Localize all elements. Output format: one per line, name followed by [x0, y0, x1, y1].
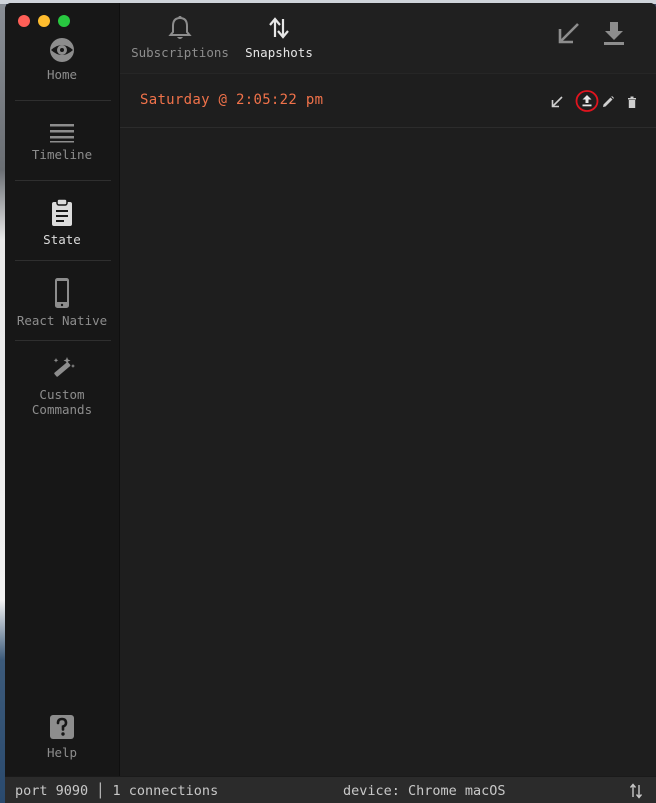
tab-label: Subscriptions: [131, 45, 229, 60]
sidebar-divider: [15, 260, 111, 261]
window-close-button[interactable]: [18, 15, 30, 27]
magic-wand-icon: [53, 357, 75, 377]
download-icon: [604, 22, 624, 45]
import-snapshot-button[interactable]: [555, 19, 583, 47]
arrow-down-left-icon: [551, 96, 563, 108]
sidebar-item-label: Timeline: [31, 147, 93, 162]
sidebar-divider: [15, 100, 111, 101]
delete-snapshot-button[interactable]: [625, 94, 639, 108]
download-snapshot-button[interactable]: [600, 19, 628, 47]
upload-snapshot-button[interactable]: [575, 89, 599, 113]
timeline-icon: [50, 124, 74, 143]
snapshot-row[interactable]: Saturday @ 2:05:22 pm: [120, 75, 656, 128]
sidebar-item-label: Commands: [31, 402, 93, 417]
restore-snapshot-button[interactable]: [550, 94, 564, 108]
status-bar: port 9090 │ 1 connections device: Chrome…: [5, 776, 656, 803]
sidebar-divider: [15, 340, 111, 341]
sidebar-item-label: State: [43, 232, 81, 247]
swap-vertical-icon: [269, 17, 289, 39]
window-maximize-button[interactable]: [58, 15, 70, 27]
bell-icon: [168, 16, 192, 39]
rename-snapshot-button[interactable]: [601, 94, 615, 108]
trash-icon: [628, 96, 636, 108]
sidebar-item-state[interactable]: State: [5, 198, 119, 247]
sidebar: Home Timeline State React Native Custom …: [5, 3, 120, 776]
phone-icon: [55, 278, 69, 308]
status-bar-toggle[interactable]: [629, 783, 643, 799]
sidebar-item-help[interactable]: Help: [5, 713, 119, 760]
sidebar-item-home[interactable]: Home: [5, 37, 119, 82]
pencil-icon: [603, 96, 614, 107]
tab-snapshots[interactable]: Snapshots: [244, 15, 314, 60]
snapshot-name: Saturday @ 2:05:22 pm: [140, 92, 324, 108]
sidebar-item-timeline[interactable]: Timeline: [5, 121, 119, 162]
connection-status: port 9090 │ 1 connections: [15, 783, 219, 799]
sidebar-item-label: Home: [46, 67, 78, 82]
sidebar-item-react-native[interactable]: React Native: [5, 277, 119, 328]
sidebar-item-custom-commands[interactable]: Custom Commands: [5, 355, 119, 417]
sidebar-divider: [15, 180, 111, 181]
clipboard-icon: [52, 198, 72, 226]
sidebar-item-label: Help: [46, 745, 78, 760]
app-window: Home Timeline State React Native Custom …: [5, 3, 656, 803]
arrow-down-left-icon: [558, 23, 579, 44]
window-minimize-button[interactable]: [38, 15, 50, 27]
main-panel: Subscriptions Snapshots Saturday @ 2:05:…: [120, 3, 656, 776]
help-icon: [50, 715, 74, 739]
snapshots-header: Subscriptions Snapshots: [120, 3, 656, 74]
upload-icon: [575, 90, 599, 112]
eye-icon: [50, 38, 74, 62]
device-status: device: Chrome macOS: [343, 783, 506, 799]
swap-vertical-icon: [629, 783, 643, 799]
sidebar-item-label: React Native: [16, 313, 108, 328]
sidebar-item-label: Custom: [39, 387, 85, 402]
tab-subscriptions[interactable]: Subscriptions: [130, 15, 230, 60]
tab-label: Snapshots: [245, 45, 313, 60]
